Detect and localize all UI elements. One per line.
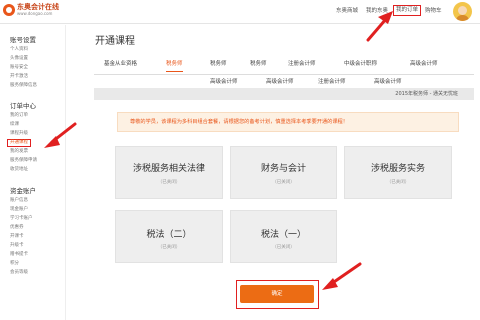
sidebar-item-my-orders[interactable]: 我的订单 bbox=[10, 113, 28, 119]
confirm-button-label: 确定 bbox=[271, 291, 283, 297]
subtab-cpa[interactable]: 注册会计师 bbox=[318, 78, 346, 86]
sidebar-item-security[interactable]: 账号安全 bbox=[10, 65, 28, 71]
course-card[interactable]: 税法（二） （已关闭） bbox=[115, 210, 223, 263]
sidebar-item-book-card[interactable]: 赠书提卡 bbox=[10, 252, 28, 258]
exam-tabs: 基金从业资格 税务师 税务师 税务师 注册会计师 中级会计职称 高级会计师 bbox=[94, 53, 474, 75]
course-card[interactable]: 涉税服务实务 （已关闭） bbox=[344, 146, 452, 199]
package-name: 2015年税务师 - 通关无忧班 bbox=[395, 91, 458, 97]
course-card[interactable]: 财务与会计 （已关闭） bbox=[230, 146, 337, 199]
page-title: 开通课程 bbox=[95, 36, 135, 47]
tab-cpa[interactable]: 注册会计师 bbox=[288, 60, 316, 68]
sidebar-section-funds: 资金账户 bbox=[10, 187, 36, 195]
sidebar-item-member-level[interactable]: 会员等级 bbox=[10, 270, 28, 276]
course-status: （已关闭） bbox=[272, 245, 295, 250]
tab-tax-agent-2[interactable]: 税务师 bbox=[210, 60, 227, 68]
sidebar-section-orders: 订单中心 bbox=[10, 102, 36, 110]
avatar[interactable] bbox=[453, 2, 472, 21]
confirm-button[interactable]: 确定 bbox=[240, 285, 314, 303]
notice-box: 尊敬的学员，该课程为多科目组合套餐，请根据您的备考计划，慎重选择本考季要开通的课… bbox=[117, 112, 459, 132]
sidebar-item-open-course[interactable]: 开通课程 bbox=[7, 139, 31, 147]
notice-text: 尊敬的学员，该课程为多科目组合套餐，请根据您的备考计划，慎重选择本考季要开通的课… bbox=[130, 119, 348, 125]
logo-name: 东奥会计在线 bbox=[17, 3, 59, 11]
package-banner: 2015年税务师 - 通关无忧班 bbox=[94, 88, 474, 100]
sidebar-item-upgrade-card[interactable]: 升级卡 bbox=[10, 243, 24, 249]
subtab-senior-accountant-1[interactable]: 高级会计师 bbox=[210, 78, 238, 86]
sidebar-item-profile[interactable]: 个人资料 bbox=[10, 47, 28, 53]
course-title: 涉税服务相关法律 bbox=[132, 164, 205, 174]
top-bar: 东奥会计在线 www.dongao.com 东奥商城 我的东奥 我的订单 购物车 bbox=[0, 0, 480, 24]
nav-link-my-dongao[interactable]: 我的东奥 bbox=[366, 7, 388, 15]
sidebar: 账号设置 个人资料 头像设置 账号安全 开卡激活 服务保障信息 订单中心 我的订… bbox=[0, 25, 66, 320]
sidebar-item-course-card[interactable]: 开课卡 bbox=[10, 234, 24, 240]
arrow-to-confirm-icon bbox=[322, 262, 362, 290]
sidebar-item-avatar[interactable]: 头像设置 bbox=[10, 56, 28, 62]
course-title: 税法（一） bbox=[260, 230, 306, 240]
nav-link-cart[interactable]: 购物车 bbox=[425, 7, 442, 15]
sidebar-section-account: 账号设置 bbox=[10, 36, 36, 44]
course-title: 税法（二） bbox=[146, 230, 192, 240]
sidebar-item-renew[interactable]: 续课 bbox=[10, 122, 19, 128]
tab-senior-accountant[interactable]: 高级会计师 bbox=[410, 60, 438, 68]
tab-intermediate-accounting[interactable]: 中级会计职称 bbox=[344, 60, 377, 68]
sidebar-item-study-card[interactable]: 学习卡账户 bbox=[10, 216, 33, 222]
course-card[interactable]: 税法（一） （已关闭） bbox=[230, 210, 337, 263]
subtab-senior-accountant-2[interactable]: 高级会计师 bbox=[266, 78, 294, 86]
subtab-senior-accountant-3[interactable]: 高级会计师 bbox=[374, 78, 402, 86]
course-status: （已关闭） bbox=[386, 180, 410, 185]
course-title: 涉税服务实务 bbox=[370, 164, 425, 174]
sidebar-item-upgrade[interactable]: 课程升级 bbox=[10, 131, 28, 137]
sidebar-item-account-info[interactable]: 账户信息 bbox=[10, 198, 28, 204]
course-status: （已关闭） bbox=[272, 180, 295, 185]
nav-link-mall[interactable]: 东奥商城 bbox=[336, 7, 358, 15]
logo-url: www.dongao.com bbox=[17, 11, 53, 16]
course-status: （已关闭） bbox=[157, 245, 181, 250]
tab-fund[interactable]: 基金从业资格 bbox=[104, 60, 137, 68]
tab-tax-agent-3[interactable]: 税务师 bbox=[250, 60, 267, 68]
nav-link-my-orders[interactable]: 我的订单 bbox=[393, 5, 422, 16]
site-logo[interactable]: 东奥会计在线 www.dongao.com bbox=[3, 3, 59, 19]
exam-subtabs: 高级会计师 高级会计师 注册会计师 高级会计师 bbox=[94, 76, 474, 88]
course-card[interactable]: 涉税服务相关法律 （已关闭） bbox=[115, 146, 223, 199]
tab-tax-agent-active[interactable]: 税务师 bbox=[166, 60, 183, 72]
sidebar-item-points[interactable]: 积分 bbox=[10, 261, 19, 267]
logo-icon bbox=[3, 4, 15, 16]
sidebar-item-cash[interactable]: 现金账户 bbox=[10, 207, 28, 213]
sidebar-item-coupons[interactable]: 优惠券 bbox=[10, 225, 24, 231]
course-title: 财务与会计 bbox=[260, 164, 306, 174]
sidebar-item-service-request[interactable]: 服务保障申请 bbox=[10, 158, 37, 164]
sidebar-item-invoices[interactable]: 我的发票 bbox=[10, 149, 28, 155]
sidebar-item-address[interactable]: 收货地址 bbox=[10, 167, 28, 173]
course-status: （已关闭） bbox=[157, 180, 181, 185]
sidebar-item-activate-card[interactable]: 开卡激活 bbox=[10, 74, 28, 80]
sidebar-item-service-info[interactable]: 服务保障信息 bbox=[10, 83, 37, 89]
